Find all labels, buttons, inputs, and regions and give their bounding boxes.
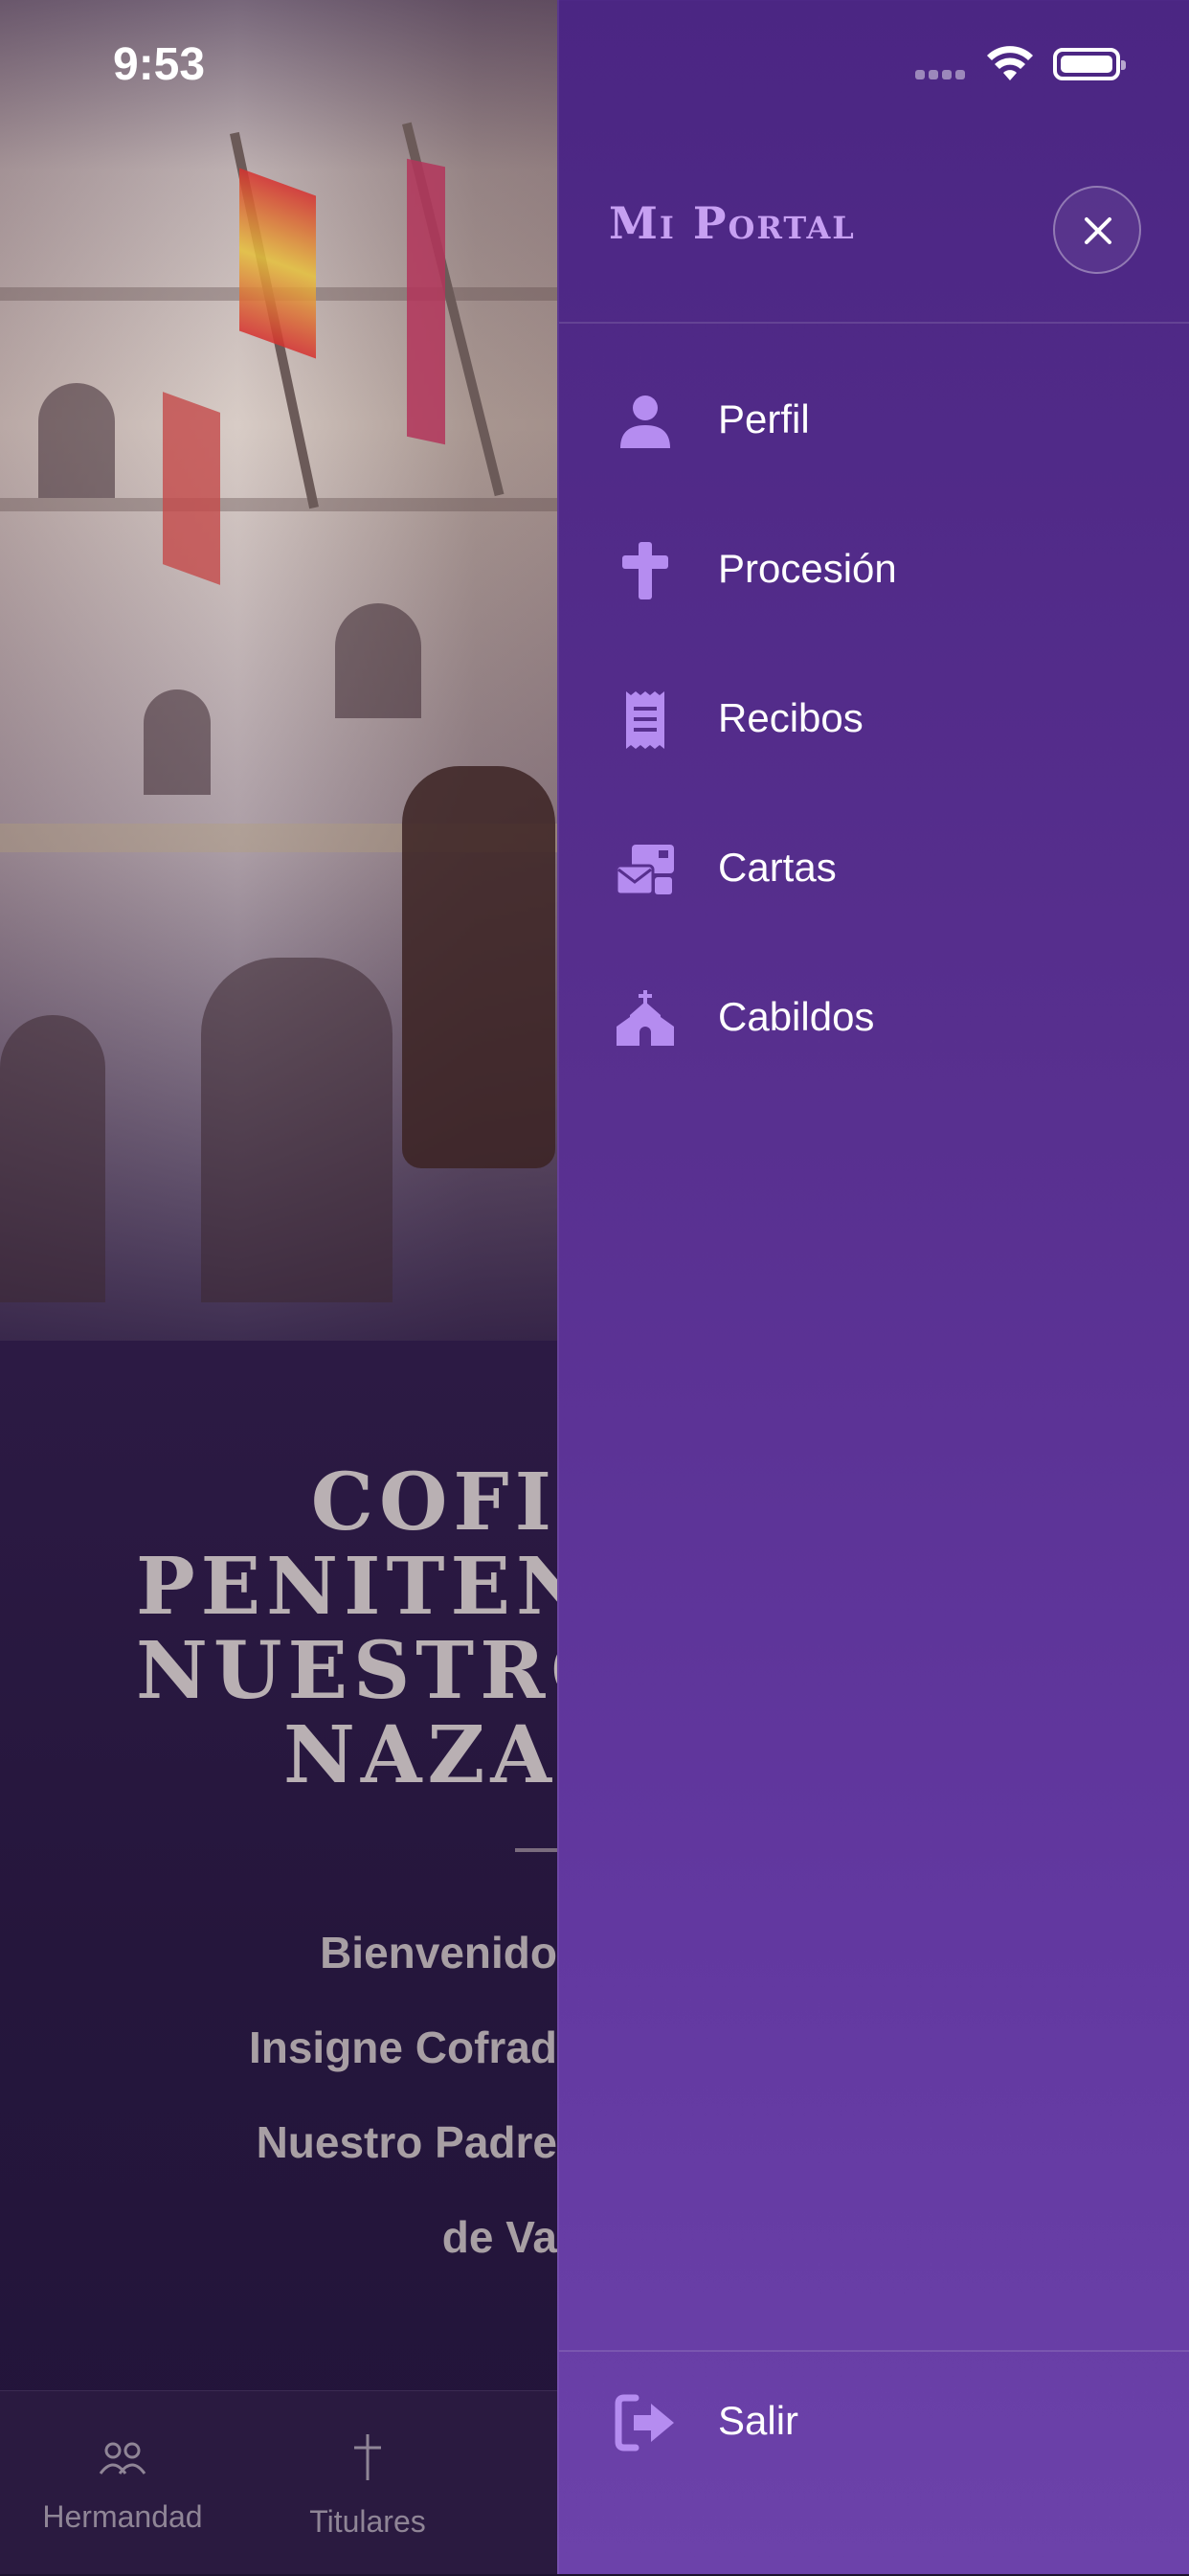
- tab-label: Titulares: [309, 2504, 426, 2539]
- drawer-title: Mi Portal: [609, 197, 856, 249]
- menu-item-label: Cartas: [718, 845, 837, 890]
- tab-label: Hermandad: [42, 2499, 203, 2534]
- title-line: COFI: [310, 1457, 557, 1548]
- menu-item-label: Recibos: [718, 695, 864, 740]
- logout-button[interactable]: Salir: [559, 2365, 1189, 2480]
- close-icon: [1085, 217, 1111, 244]
- menu-item-label: Procesión: [718, 546, 897, 591]
- flag: [163, 392, 220, 585]
- portal-drawer: Mi Portal Perfil Procesión Recibos Carta…: [557, 0, 1189, 2574]
- receipt-icon: [626, 691, 664, 749]
- cellular-signal-icon: [915, 67, 969, 80]
- logout-label: Salir: [718, 2398, 799, 2443]
- battery-icon: [1053, 48, 1126, 80]
- menu-item-perfil[interactable]: Perfil: [559, 364, 1189, 479]
- menu-item-label: Cabildos: [718, 994, 875, 1039]
- flag: [407, 158, 445, 445]
- menu-item-cabildos[interactable]: Cabildos: [559, 961, 1189, 1076]
- status-time: 9:53: [113, 39, 206, 90]
- welcome-line: Insigne Cofrad: [248, 2022, 557, 2072]
- user-icon: [620, 395, 670, 448]
- wifi-icon: [987, 46, 1033, 80]
- title-line: NUESTRO P: [136, 1625, 723, 1717]
- statue: [402, 766, 555, 1168]
- title-line: PENITEN: [136, 1541, 594, 1633]
- welcome-line: de Va: [441, 2212, 557, 2262]
- arcade-arch: [0, 1015, 105, 1302]
- status-bar: 9:53: [0, 0, 1189, 126]
- menu-item-procesion[interactable]: Procesión: [559, 513, 1189, 628]
- title-line: NAZA: [282, 1709, 557, 1801]
- menu-item-cartas[interactable]: Cartas: [559, 812, 1189, 927]
- window-arch: [144, 689, 211, 795]
- welcome-line: Bienvenido: [320, 1928, 557, 1977]
- menu-item-label: Perfil: [718, 396, 810, 441]
- church-icon: [617, 990, 674, 1046]
- window-arch: [38, 383, 115, 498]
- tab-hermandad[interactable]: Hermandad: [27, 2432, 218, 2535]
- close-button[interactable]: [1053, 186, 1141, 274]
- people-icon: [27, 2432, 218, 2490]
- menu-item-recibos[interactable]: Recibos: [559, 663, 1189, 778]
- mail-icon: [615, 845, 674, 896]
- cross-icon: [622, 542, 668, 599]
- facade-detail: [0, 498, 574, 511]
- welcome-line: Nuestro Padre: [256, 2117, 557, 2167]
- arcade-arch: [201, 958, 393, 1302]
- tab-titulares[interactable]: Titulares: [272, 2432, 463, 2540]
- drawer-footer: Salir: [559, 2350, 1189, 2576]
- flag: [239, 168, 316, 359]
- logout-icon: [615, 2394, 674, 2452]
- window-arch: [335, 603, 421, 718]
- cross-icon: [272, 2432, 463, 2495]
